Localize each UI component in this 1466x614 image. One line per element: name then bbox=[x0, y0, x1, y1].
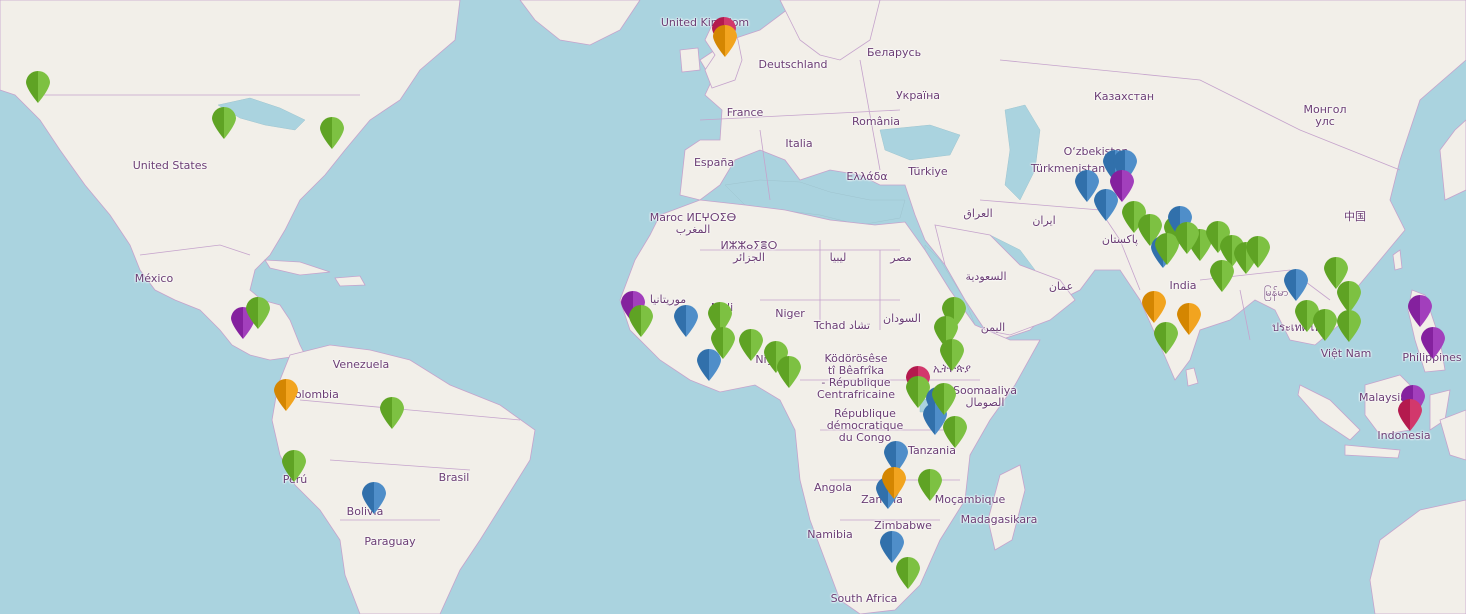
map-pin-icon bbox=[932, 382, 956, 415]
map-marker-orange[interactable] bbox=[273, 378, 299, 412]
map-pin-icon bbox=[1337, 309, 1361, 342]
map-marker-blue[interactable] bbox=[673, 304, 699, 338]
south-america-land bbox=[271, 344, 536, 614]
map-marker-green[interactable] bbox=[895, 556, 921, 590]
map-pin-icon bbox=[282, 449, 306, 482]
cuba-land bbox=[264, 259, 331, 276]
map-marker-purple[interactable] bbox=[1407, 294, 1433, 328]
map-marker-green[interactable] bbox=[379, 396, 405, 430]
map-pin-icon bbox=[320, 116, 344, 149]
map-pin-icon bbox=[380, 396, 404, 429]
map-pin-icon bbox=[1246, 235, 1270, 268]
map-marker-green[interactable] bbox=[738, 328, 764, 362]
map-marker-green[interactable] bbox=[245, 296, 271, 330]
map-pin-icon bbox=[697, 348, 721, 381]
map-pin-icon bbox=[896, 556, 920, 589]
map-marker-green[interactable] bbox=[931, 382, 957, 416]
map-marker-blue[interactable] bbox=[1093, 188, 1119, 222]
map-marker-green[interactable] bbox=[1153, 321, 1179, 355]
map-marker-blue[interactable] bbox=[361, 481, 387, 515]
map-marker-green[interactable] bbox=[25, 70, 51, 104]
map-pin-icon bbox=[1175, 221, 1199, 254]
map-pin-icon bbox=[26, 70, 50, 103]
map-marker-green[interactable] bbox=[776, 355, 802, 389]
world-map[interactable]: United Kingdom Deutschland Беларусь Україна… bbox=[0, 0, 1466, 614]
madagascar-land bbox=[987, 464, 1026, 551]
map-pin-icon bbox=[1284, 268, 1308, 301]
map-marker-green[interactable] bbox=[1209, 259, 1235, 293]
map-marker-blue[interactable] bbox=[1283, 268, 1309, 302]
map-marker-green[interactable] bbox=[917, 468, 943, 502]
map-marker-red[interactable] bbox=[1397, 398, 1423, 432]
map-pin-icon bbox=[1094, 188, 1118, 221]
map-pin-icon bbox=[1408, 294, 1432, 327]
map-marker-green[interactable] bbox=[628, 304, 654, 338]
map-pin-icon bbox=[362, 481, 386, 514]
map-pin-icon bbox=[940, 338, 964, 371]
map-marker-purple[interactable] bbox=[1420, 326, 1446, 360]
map-pin-icon bbox=[1177, 302, 1201, 335]
map-base-layer bbox=[0, 0, 1466, 614]
map-pin-icon bbox=[713, 24, 737, 57]
hispaniola-land bbox=[334, 275, 366, 287]
map-pin-icon bbox=[674, 304, 698, 337]
map-pin-icon bbox=[1142, 290, 1166, 323]
map-pin-icon bbox=[246, 296, 270, 329]
map-marker-green[interactable] bbox=[1312, 308, 1338, 342]
map-marker-green[interactable] bbox=[211, 106, 237, 140]
australia-land bbox=[1369, 499, 1466, 614]
taiwan-land bbox=[1392, 249, 1403, 271]
map-marker-green[interactable] bbox=[281, 449, 307, 483]
map-marker-blue[interactable] bbox=[696, 348, 722, 382]
map-marker-orange[interactable] bbox=[1141, 290, 1167, 324]
map-pin-icon bbox=[918, 468, 942, 501]
ireland-land bbox=[679, 47, 701, 73]
sumatra-land bbox=[1297, 384, 1361, 441]
greenland-land bbox=[519, 0, 641, 46]
map-pin-icon bbox=[1154, 321, 1178, 354]
map-pin-icon bbox=[1421, 326, 1445, 359]
map-pin-icon bbox=[212, 106, 236, 139]
map-pin-icon bbox=[1398, 398, 1422, 431]
map-marker-green[interactable] bbox=[1336, 309, 1362, 343]
map-marker-green[interactable] bbox=[319, 116, 345, 150]
map-marker-green[interactable] bbox=[939, 338, 965, 372]
map-pin-icon bbox=[1210, 259, 1234, 292]
map-marker-orange[interactable] bbox=[1176, 302, 1202, 336]
map-marker-green[interactable] bbox=[1174, 221, 1200, 255]
map-pin-icon bbox=[882, 466, 906, 499]
map-pin-icon bbox=[274, 378, 298, 411]
map-pin-icon bbox=[777, 355, 801, 388]
java-land bbox=[1344, 444, 1401, 459]
map-marker-green[interactable] bbox=[1245, 235, 1271, 269]
japan-land bbox=[1439, 119, 1466, 201]
map-pin-icon bbox=[1313, 308, 1337, 341]
map-marker-orange[interactable] bbox=[712, 24, 738, 58]
sri-lanka-land bbox=[1185, 367, 1199, 387]
map-marker-orange[interactable] bbox=[881, 466, 907, 500]
map-pin-icon bbox=[739, 328, 763, 361]
map-pin-icon bbox=[629, 304, 653, 337]
